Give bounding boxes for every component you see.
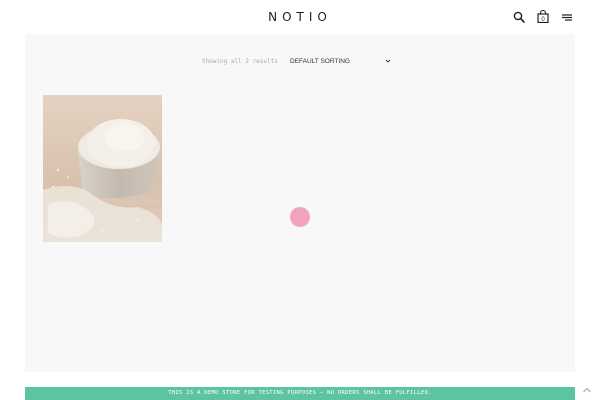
sorting-select[interactable]: DEFAULT SORTING [290,57,392,67]
site-header: NOTIO 0 [0,0,600,34]
flour-image [43,95,162,242]
loading-spinner [290,207,310,227]
store-notice-text: THIS IS A DEMO STORE FOR TESTING PURPOSE… [168,390,432,396]
shop-toolbar: Showing all 2 results DEFAULT SORTING [0,56,600,68]
search-icon[interactable] [513,10,527,24]
chevron-up-icon[interactable] [582,382,592,393]
site-logo[interactable]: NOTIO [0,10,600,24]
menu-icon[interactable] [561,10,575,24]
cart-icon[interactable]: 0 [537,9,551,24]
product-card-image[interactable] [43,95,162,242]
cart-count: 0 [541,17,545,23]
sorting-selected-value: DEFAULT SORTING [290,58,350,65]
chevron-down-icon [385,58,391,64]
store-notice-banner: THIS IS A DEMO STORE FOR TESTING PURPOSE… [25,387,575,400]
result-count: Showing all 2 results [202,58,278,65]
